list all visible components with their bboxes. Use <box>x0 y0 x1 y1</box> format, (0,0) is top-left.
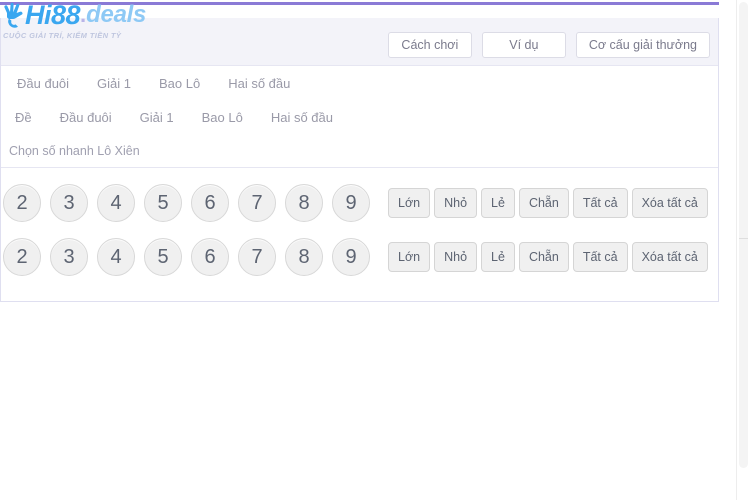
prize-structure-button[interactable]: Cơ cấu giải thưởng <box>575 32 710 58</box>
select-large-button[interactable]: Lớn <box>388 242 431 272</box>
number-circle[interactable]: 8 <box>285 238 323 276</box>
example-button[interactable]: Ví dụ <box>481 32 566 58</box>
nav-primary[interactable]: Đầu đuôi Giải 1 Bao Lô Hai số đầu <box>1 66 718 100</box>
select-odd-button[interactable]: Lẻ <box>481 242 515 272</box>
number-row: 2 3 4 5 6 7 8 9 Lớn Nhỏ Lẻ Chẵn Tất cả X… <box>1 176 718 230</box>
scrollbar-thumb[interactable] <box>739 2 748 468</box>
nav-secondary-item-dau-duoi[interactable]: Đầu đuôi <box>46 110 126 125</box>
quick-select-button-group: Lớn Nhỏ Lẻ Chẵn Tất cả Xóa tất cả <box>388 188 708 218</box>
nav-primary-item-giai-1[interactable]: Giải 1 <box>83 76 145 91</box>
nav-secondary-item-de[interactable]: Đề <box>1 110 46 125</box>
number-selection-zone: 2 3 4 5 6 7 8 9 Lớn Nhỏ Lẻ Chẵn Tất cả X… <box>1 168 718 284</box>
nav-primary-inner: Đầu đuôi Giải 1 Bao Lô Hai số đầu <box>1 66 718 100</box>
nav-primary-item-dau-duoi[interactable]: Đầu đuôi <box>3 76 83 91</box>
peace-hand-icon <box>4 2 23 28</box>
number-circle[interactable]: 4 <box>97 184 135 222</box>
number-circle-group: 2 3 4 5 6 7 8 9 <box>3 238 370 276</box>
number-circle[interactable]: 9 <box>332 238 370 276</box>
number-row: 2 3 4 5 6 7 8 9 Lớn Nhỏ Lẻ Chẵn Tất cả X… <box>1 230 718 284</box>
quick-pick-label: Chọn số nhanh Lô Xiên <box>1 134 718 168</box>
quick-select-button-group: Lớn Nhỏ Lẻ Chẵn Tất cả Xóa tất cả <box>388 242 708 272</box>
clear-all-button[interactable]: Xóa tất cả <box>631 188 708 218</box>
number-circle[interactable]: 5 <box>144 184 182 222</box>
page-root: Hi88 . deals CUỘC GIẢI TRÍ, KIẾM TIỀN TỶ… <box>0 0 750 500</box>
number-circle[interactable]: 8 <box>285 184 323 222</box>
brand-tagline: CUỘC GIẢI TRÍ, KIẾM TIỀN TỶ <box>3 31 122 40</box>
panel-header: Hi88 . deals CUỘC GIẢI TRÍ, KIẾM TIỀN TỶ… <box>1 0 718 66</box>
lottery-panel: Hi88 . deals CUỘC GIẢI TRÍ, KIẾM TIỀN TỶ… <box>0 0 719 302</box>
number-circle[interactable]: 5 <box>144 238 182 276</box>
number-circle[interactable]: 3 <box>50 184 88 222</box>
select-small-button[interactable]: Nhỏ <box>434 188 478 218</box>
brand-logo-row: Hi88 . deals <box>1 0 146 30</box>
number-circle[interactable]: 6 <box>191 184 229 222</box>
select-even-button[interactable]: Chẵn <box>518 242 569 272</box>
select-all-button[interactable]: Tất cả <box>572 242 628 272</box>
number-circle[interactable]: 7 <box>238 238 276 276</box>
select-all-button[interactable]: Tất cả <box>572 188 628 218</box>
nav-secondary-item-bao-lo[interactable]: Bao Lô <box>188 110 257 125</box>
select-odd-button[interactable]: Lẻ <box>481 188 515 218</box>
clear-all-button[interactable]: Xóa tất cả <box>631 242 708 272</box>
nav-primary-item-bao-lo[interactable]: Bao Lô <box>145 76 214 91</box>
header-action-buttons: Cách chơi Ví dụ Cơ cấu giải thưởng <box>387 32 710 58</box>
select-large-button[interactable]: Lớn <box>388 188 431 218</box>
select-small-button[interactable]: Nhỏ <box>434 242 478 272</box>
scrollbar-tick <box>739 238 748 239</box>
number-circle[interactable]: 2 <box>3 238 41 276</box>
number-circle[interactable]: 7 <box>238 184 276 222</box>
number-circle[interactable]: 9 <box>332 184 370 222</box>
number-circle[interactable]: 4 <box>97 238 135 276</box>
nav-secondary-item-giai-1[interactable]: Giải 1 <box>126 110 188 125</box>
nav-secondary[interactable]: Đề Đầu đuôi Giải 1 Bao Lô Hai số đầu <box>1 100 718 134</box>
brand-logo[interactable]: Hi88 . deals CUỘC GIẢI TRÍ, KIẾM TIỀN TỶ <box>1 0 151 48</box>
nav-secondary-inner: Đề Đầu đuôi Giải 1 Bao Lô Hai số đầu <box>1 100 718 134</box>
number-circle[interactable]: 6 <box>191 238 229 276</box>
select-even-button[interactable]: Chẵn <box>518 188 569 218</box>
number-circle[interactable]: 2 <box>3 184 41 222</box>
number-circle-group: 2 3 4 5 6 7 8 9 <box>3 184 370 222</box>
vertical-scrollbar[interactable] <box>736 0 750 500</box>
brand-name-primary: Hi88 <box>25 0 81 30</box>
brand-name-secondary: deals <box>86 1 147 28</box>
nav-primary-item-hai-so-dau[interactable]: Hai số đầu <box>214 76 304 91</box>
how-to-play-button[interactable]: Cách chơi <box>387 32 472 58</box>
number-circle[interactable]: 3 <box>50 238 88 276</box>
nav-secondary-item-hai-so-dau[interactable]: Hai số đầu <box>257 110 347 125</box>
